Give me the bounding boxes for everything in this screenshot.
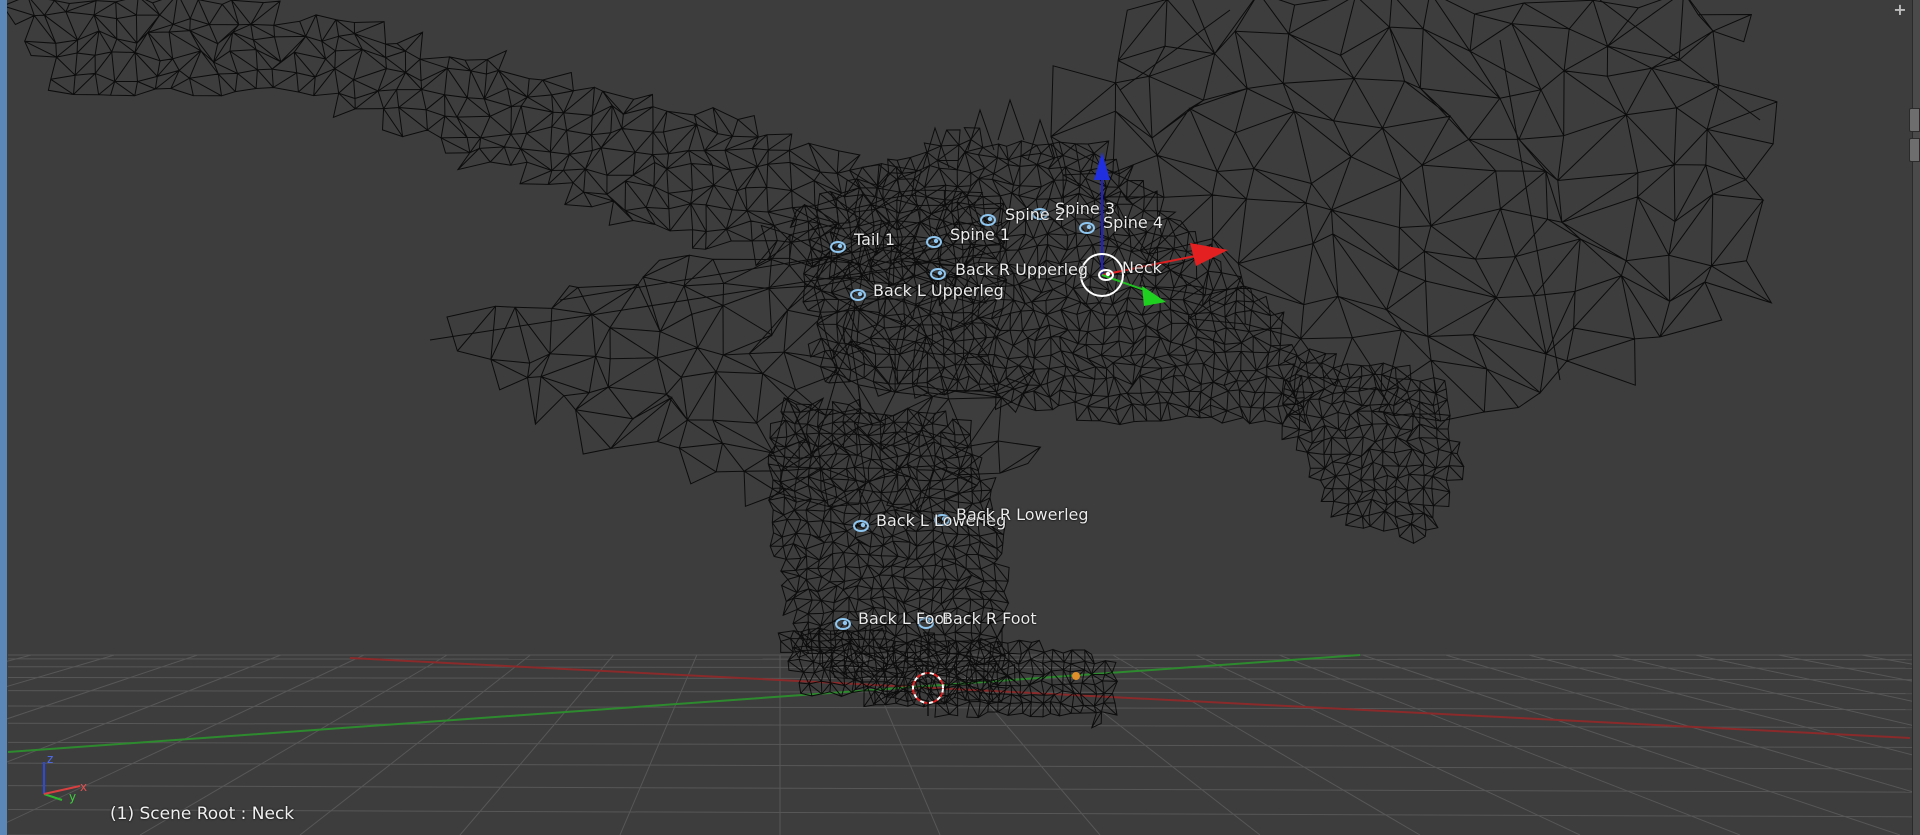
bone-label-neck[interactable]: Neck — [1122, 259, 1162, 277]
grid-y-axis-line — [7, 654, 1361, 753]
plus-icon[interactable]: + — [1892, 2, 1908, 18]
bone-label-spine-1[interactable]: Spine 1 — [950, 226, 1010, 244]
right-tab-handle-1[interactable] — [1909, 108, 1920, 132]
left-window-edge — [0, 0, 7, 835]
viewport-canvas[interactable]: z y x — [0, 0, 1920, 835]
right-tab-handle-2[interactable] — [1909, 138, 1920, 162]
bone-label-tail-1[interactable]: Tail 1 — [854, 231, 895, 249]
bone-label-spine-4[interactable]: Spine 4 — [1103, 214, 1163, 232]
gizmo-z-label: z — [47, 752, 53, 766]
bone-label-back-l-foot[interactable]: Back L Foot — [858, 610, 950, 628]
object-origin-dot — [1072, 672, 1080, 680]
z-axis-arrow-icon — [1094, 152, 1110, 180]
bone-label-back-r-foot[interactable]: Back R Foot — [942, 610, 1037, 628]
3d-viewport[interactable]: z y x + Tail 1 Spine 1 Spine 2 Spine 3 S… — [0, 0, 1920, 835]
gizmo-x-label: x — [80, 780, 87, 794]
gizmo-y-label: y — [69, 790, 76, 804]
viewport-status-text: (1) Scene Root : Neck — [110, 804, 295, 824]
bone-label-back-r-lowerleg[interactable]: Back R Lowerleg — [956, 506, 1089, 524]
orientation-gizmo: z y x — [43, 752, 87, 804]
bone-label-back-r-upperleg[interactable]: Back R Upperleg — [955, 261, 1088, 279]
bone-label-back-l-upperleg[interactable]: Back L Upperleg — [873, 282, 1004, 300]
